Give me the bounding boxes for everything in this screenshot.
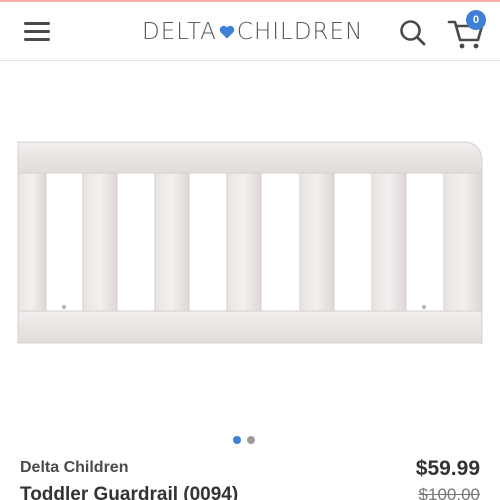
product-title: Toddler Guardrail (0094) xyxy=(20,484,239,500)
original-price: $100.00 xyxy=(418,485,480,500)
gallery-dot-2[interactable] xyxy=(247,436,255,444)
toddler-guardrail-image xyxy=(17,141,483,344)
search-icon[interactable] xyxy=(398,18,428,48)
gallery-dot-1[interactable] xyxy=(233,436,241,444)
delta-children-logo[interactable]: DELTA CHILDREN xyxy=(142,16,363,48)
product-brand[interactable]: Delta Children xyxy=(20,459,128,477)
heart-icon xyxy=(219,19,235,45)
sale-price: $59.99 xyxy=(415,457,480,480)
menu-icon[interactable] xyxy=(24,20,50,42)
logo-text-children: CHILDREN xyxy=(236,19,364,45)
product-image-gallery[interactable] xyxy=(0,62,500,427)
logo-text-delta: DELTA xyxy=(142,19,217,45)
site-header: DELTA CHILDREN 0 xyxy=(0,2,500,61)
cart-count-badge: 0 xyxy=(466,10,486,30)
gallery-pagination xyxy=(233,436,255,444)
